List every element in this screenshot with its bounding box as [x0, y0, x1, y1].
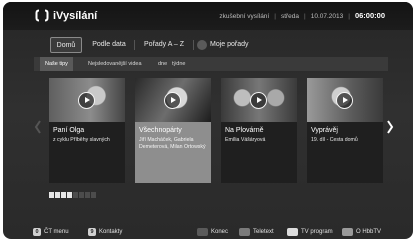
- show-title: Na Plovárně: [225, 127, 264, 134]
- arrow-right-icon[interactable]: [386, 120, 394, 134]
- contacts-link[interactable]: Kontakty: [99, 227, 122, 237]
- show-thumbnail: [221, 78, 297, 122]
- tv-program-link[interactable]: TV program: [301, 227, 333, 237]
- show-thumbnail: [135, 78, 211, 122]
- pager-dot[interactable]: [91, 192, 96, 198]
- status-bar: zkušební vysílání | středa | 10.07.2013 | 06:0…: [219, 11, 385, 20]
- ct-menu-link[interactable]: ČT menu: [44, 227, 69, 237]
- play-icon: [250, 92, 267, 109]
- tab-home[interactable]: Domů: [50, 37, 82, 53]
- play-icon: [78, 92, 95, 109]
- show-title: Paní Olga: [53, 127, 85, 134]
- pager-dot[interactable]: [85, 192, 90, 198]
- sub-tabs: Naše tipy Nejsledovanější videa dne týdn…: [34, 57, 388, 71]
- toggle-icon: [197, 40, 207, 50]
- app-title: iVysílání: [53, 10, 98, 22]
- show-subtitle: 19. díl - Cesta domů: [311, 137, 358, 143]
- about-hbbtv-link[interactable]: O HbbTV: [356, 227, 381, 237]
- date-label: 10.07.2013: [310, 13, 344, 20]
- key-9-badge: 9: [88, 228, 96, 236]
- broadcast-mode: zkušební vysílání: [219, 13, 270, 20]
- pager-dot[interactable]: [55, 192, 60, 198]
- remote-key-bar: 0 ČT menu 9 Kontakty Konec Teletext TV p…: [3, 225, 413, 239]
- show-carousel: Paní Olga z cyklu Příběhy slavných Všech…: [49, 78, 383, 186]
- show-thumbnail: [49, 78, 125, 122]
- key-0-badge: 0: [33, 228, 41, 236]
- exit-link[interactable]: Konec: [211, 227, 228, 237]
- day-label: středa: [280, 13, 300, 20]
- pager-dot[interactable]: [67, 192, 72, 198]
- subtab-most-watched[interactable]: Nejsledovanější videa: [88, 57, 142, 71]
- subtab-our-tips[interactable]: Naše tipy: [40, 57, 73, 71]
- tab-my-shows-label: Moje pořady: [210, 41, 249, 48]
- show-card[interactable]: Všechnopárty Jiří Macháček, Gabriela Dem…: [135, 78, 211, 183]
- ct-logo-icon: [35, 9, 49, 22]
- show-card[interactable]: Paní Olga z cyklu Příběhy slavných: [49, 78, 125, 183]
- yellow-key-icon: [287, 228, 298, 236]
- tab-divider: [193, 40, 194, 50]
- tab-a-z[interactable]: Pořady A – Z: [137, 37, 191, 53]
- top-bar: iVysílání zkušební vysílání | středa | 10.07…: [3, 2, 413, 30]
- arrow-left-icon[interactable]: [34, 120, 42, 134]
- tv-screen: iVysílání zkušební vysílání | středa | 10.07…: [3, 2, 413, 239]
- show-card[interactable]: Na Plovárně Emília Vášáryová: [221, 78, 297, 183]
- subtab-day[interactable]: dne: [158, 57, 167, 71]
- pager-dot[interactable]: [61, 192, 66, 198]
- show-thumbnail: [307, 78, 383, 122]
- teletext-link[interactable]: Teletext: [253, 227, 274, 237]
- pager-dot[interactable]: [79, 192, 84, 198]
- tab-my-shows[interactable]: Moje pořady: [197, 37, 257, 53]
- play-icon: [336, 92, 353, 109]
- red-key-icon: [197, 228, 208, 236]
- show-subtitle: Emília Vášáryová: [225, 137, 266, 143]
- tab-by-date[interactable]: Podle data: [86, 37, 132, 53]
- show-card[interactable]: Vyprávěj 19. díl - Cesta domů: [307, 78, 383, 183]
- show-title: Všechnopárty: [139, 127, 182, 134]
- show-subtitle: Jiří Macháček, Gabriela Demeterová, Mila…: [139, 137, 206, 150]
- tab-divider: [134, 40, 135, 50]
- blue-key-icon: [342, 228, 353, 236]
- green-key-icon: [239, 228, 250, 236]
- show-title: Vyprávěj: [311, 127, 338, 134]
- subtab-week[interactable]: týdne: [172, 57, 185, 71]
- pager-dot[interactable]: [49, 192, 54, 198]
- pager-dot[interactable]: [73, 192, 78, 198]
- show-subtitle: z cyklu Příběhy slavných: [53, 137, 110, 143]
- play-icon: [164, 92, 181, 109]
- clock: 06:00:00: [354, 11, 385, 20]
